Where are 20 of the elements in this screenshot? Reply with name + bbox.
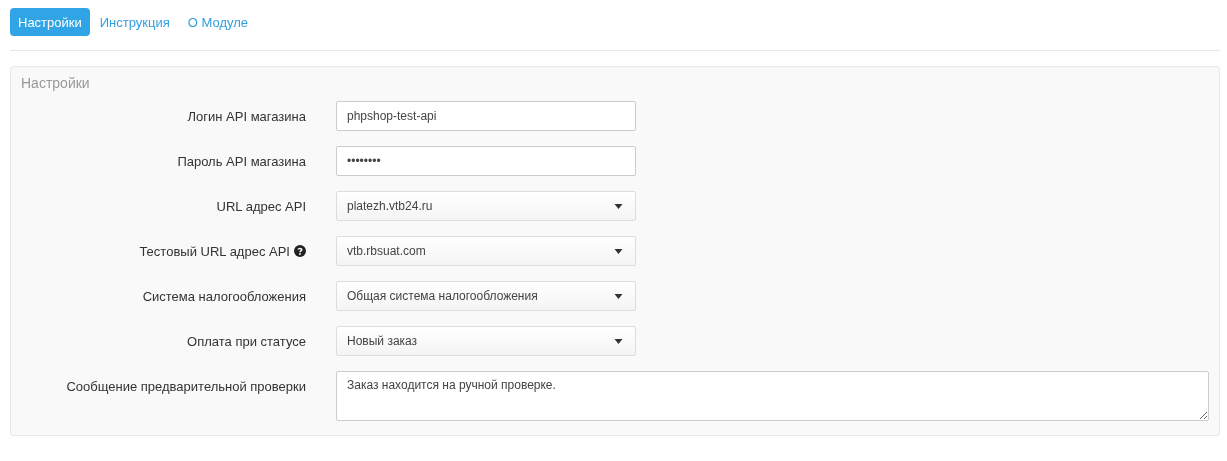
field-label: URL адрес API [216,198,306,214]
select-field[interactable]: Новый заказ [336,326,636,356]
input-field[interactable]: phpshop-test-api [336,101,636,131]
field-label: Логин API магазина [187,108,306,124]
caret-icon [614,338,623,344]
field-label: Сообщение предварительной проверки [66,379,306,394]
field-label: Тестовый URL адрес API [139,243,290,259]
text-area[interactable]: Заказ находится на ручной проверке. [336,371,1209,421]
select-field[interactable]: vtb.rbsuat.com [336,236,636,266]
field-label: Пароль API магазина [177,153,306,169]
password-field[interactable]: •••••••• [336,146,636,176]
help-icon[interactable] [294,245,306,257]
field-label: Оплата при статусе [187,333,306,349]
caret-icon [614,293,623,299]
caret-icon [614,248,623,254]
caret-icon [614,203,623,209]
field-label: Система налогообложения [142,288,306,304]
panel-title: Настройки [21,75,91,91]
select-field[interactable]: platezh.vtb24.ru [336,191,636,221]
select-field[interactable]: Общая система налогообложения [336,281,636,311]
